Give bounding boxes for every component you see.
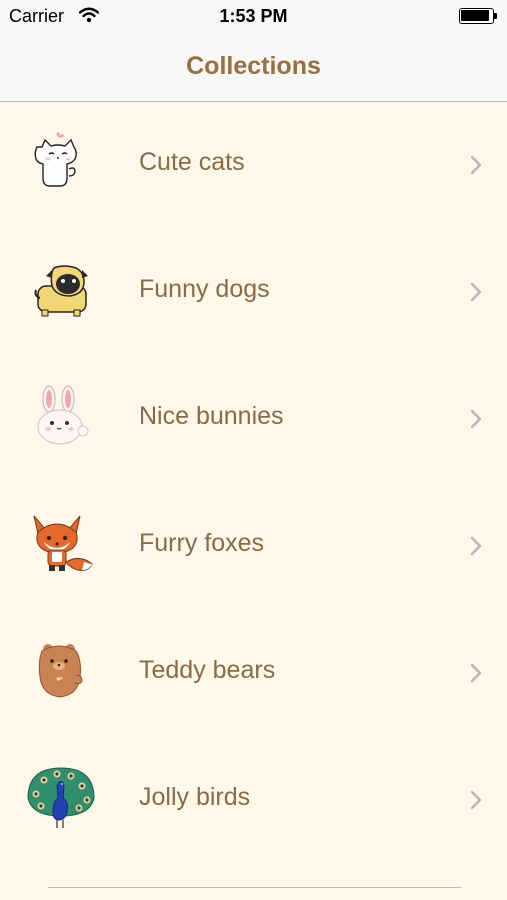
chevron-right-icon <box>469 154 483 176</box>
list-item-label: Funny dogs <box>139 275 270 303</box>
bear-icon <box>24 637 98 709</box>
chevron-right-icon <box>469 535 483 557</box>
list-item-label: Jolly birds <box>139 783 251 811</box>
list-item-nice-bunnies[interactable]: Nice bunnies <box>0 356 507 483</box>
chevron-right-icon <box>469 281 483 303</box>
cat-icon <box>24 129 98 201</box>
list-item-teddy-bears[interactable]: Teddy bears <box>0 610 507 737</box>
chevron-right-icon <box>469 662 483 684</box>
list-item-label: Furry foxes <box>139 529 265 557</box>
collections-list: Cute cats Funny dogs Nice bunnies Furry … <box>0 102 507 864</box>
chevron-right-icon <box>469 789 483 811</box>
list-divider <box>48 887 461 888</box>
list-item-label: Teddy bears <box>139 656 276 684</box>
bunny-icon <box>24 383 98 455</box>
status-bar: Carrier 1:53 PM <box>0 0 507 34</box>
peacock-icon <box>24 764 98 836</box>
list-item-cute-cats[interactable]: Cute cats <box>0 102 507 229</box>
list-item-furry-foxes[interactable]: Furry foxes <box>0 483 507 610</box>
list-item-funny-dogs[interactable]: Funny dogs <box>0 229 507 356</box>
list-item-jolly-birds[interactable]: Jolly birds <box>0 737 507 864</box>
fox-icon <box>24 510 98 582</box>
navigation-bar: Collections <box>0 34 507 102</box>
page-title: Collections <box>186 52 321 80</box>
chevron-right-icon <box>469 408 483 430</box>
list-item-label: Nice bunnies <box>139 402 284 430</box>
list-item-label: Cute cats <box>139 148 245 176</box>
battery-icon <box>459 8 497 24</box>
pug-icon <box>24 256 98 328</box>
status-time: 1:53 PM <box>219 6 288 26</box>
